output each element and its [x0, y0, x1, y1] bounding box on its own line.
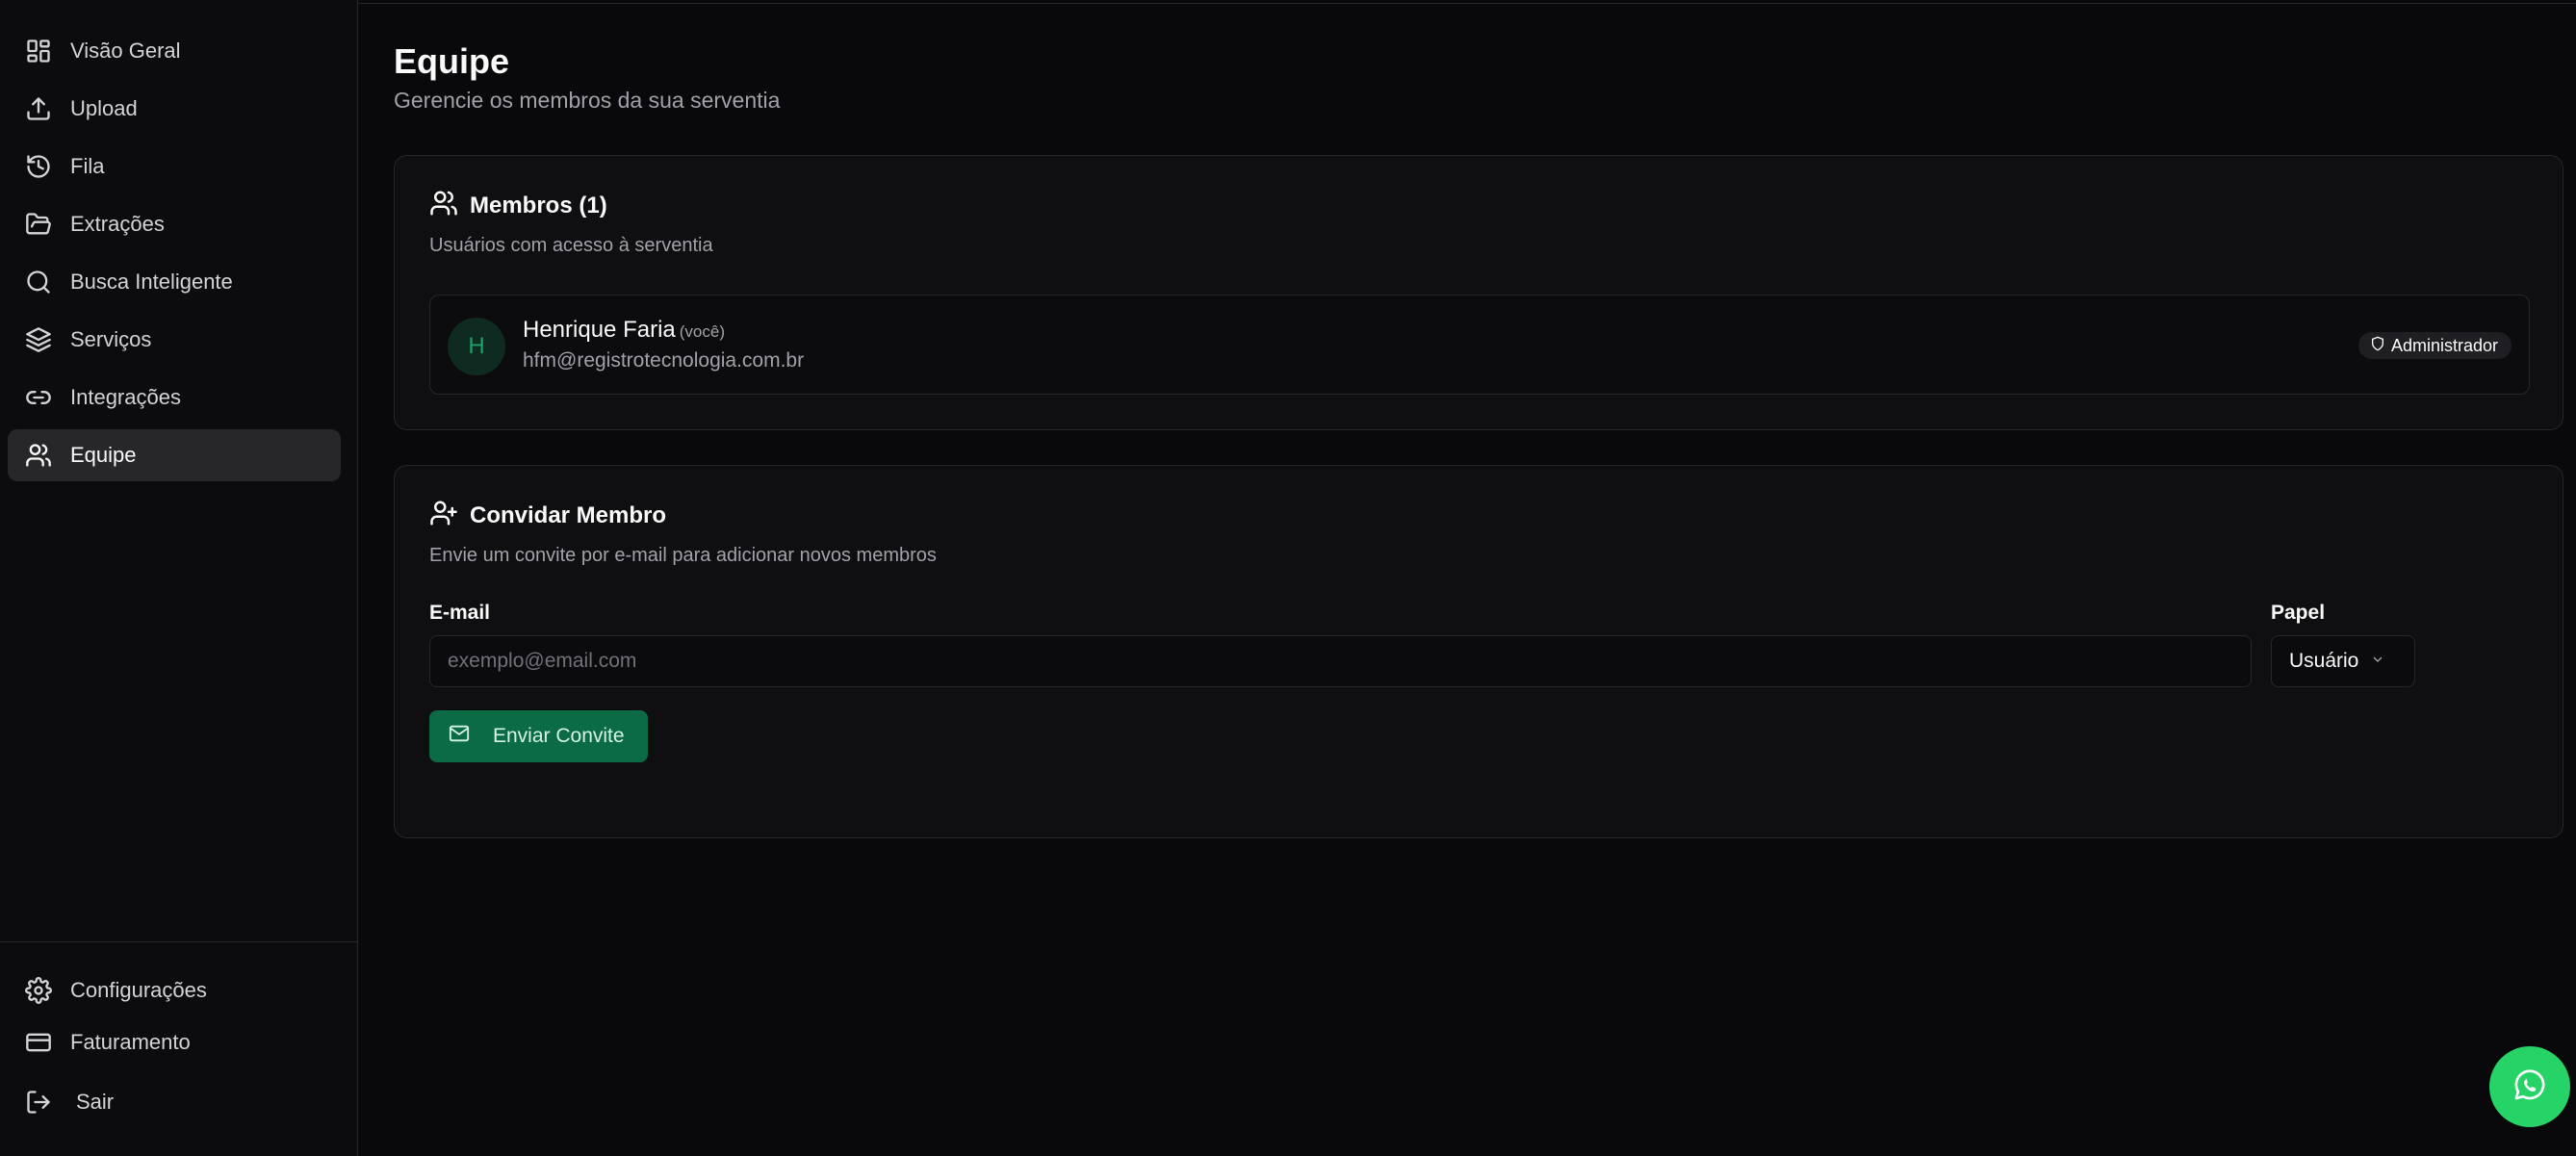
page-subtitle: Gerencie os membros da sua serventia [394, 88, 781, 113]
send-invite-button[interactable]: Enviar Convite [429, 710, 648, 762]
sidebar-item-upload[interactable]: Upload [8, 83, 341, 135]
invite-card-description: Envie um convite por e-mail para adicion… [429, 545, 937, 566]
main-content: Equipe Gerencie os membros da sua serven… [394, 39, 2563, 838]
mail-icon [449, 723, 493, 750]
history-icon [25, 153, 52, 180]
email-field[interactable] [429, 635, 2252, 687]
sidebar-item-visao-geral[interactable]: Visão Geral [8, 25, 341, 77]
upload-icon [25, 95, 52, 122]
avatar: H [448, 318, 505, 375]
user-plus-icon [429, 499, 470, 532]
layers-icon [25, 326, 52, 353]
users-icon [429, 189, 470, 222]
sidebar-item-faturamento[interactable]: Faturamento [8, 1017, 341, 1067]
logout-button[interactable]: Sair [8, 1077, 341, 1127]
invite-card-header: Convidar Membro [429, 499, 666, 532]
users-icon [25, 442, 52, 469]
role-select-value: Usuário [2289, 650, 2359, 672]
shield-icon [2370, 336, 2391, 356]
sidebar-item-busca-inteligente[interactable]: Busca Inteligente [8, 256, 341, 308]
whatsapp-icon [2512, 1067, 2547, 1107]
members-card-description: Usuários com acesso à serventia [429, 235, 713, 256]
sidebar-item-configuracoes[interactable]: Configurações [8, 965, 341, 1015]
sidebar-item-label: Extrações [70, 212, 165, 236]
role-select[interactable]: Usuário [2271, 635, 2415, 687]
sidebar-item-label: Faturamento [70, 1030, 191, 1054]
whatsapp-button[interactable] [2489, 1046, 2570, 1127]
logout-icon [25, 1089, 52, 1116]
folder-open-icon [25, 211, 52, 238]
sidebar-item-label: Integrações [70, 385, 181, 409]
sidebar-item-fila[interactable]: Fila [8, 141, 341, 193]
members-card: Membros (1) Usuários com acesso à serven… [394, 155, 2563, 430]
chevron-down-icon [2358, 650, 2385, 673]
member-name-line: Henrique Faria (você) [523, 317, 725, 344]
dashboard-grid-icon [25, 38, 52, 64]
members-card-title: Membros (1) [470, 192, 607, 218]
invite-card-title: Convidar Membro [470, 501, 667, 528]
sidebar-item-label: Visão Geral [70, 39, 181, 63]
sidebar-item-label: Equipe [70, 443, 137, 467]
sidebar-item-servicos[interactable]: Serviços [8, 314, 341, 366]
sidebar-item-label: Busca Inteligente [70, 270, 233, 294]
top-divider [358, 3, 2576, 4]
page-title: Equipe [394, 41, 510, 81]
search-icon [25, 269, 52, 295]
member-you-tag: (você) [679, 322, 725, 341]
member-row: H Henrique Faria (você) hfm@registrotecno… [429, 295, 2530, 395]
sidebar-item-label: Upload [70, 96, 138, 120]
send-invite-label: Enviar Convite [493, 725, 625, 747]
sidebar-item-extracoes[interactable]: Extrações [8, 198, 341, 250]
role-badge-label: Administrador [2390, 335, 2498, 355]
sidebar-footer: Configurações Faturamento Sair [0, 941, 357, 1156]
role-badge: Administrador [2357, 332, 2512, 359]
sidebar-item-label: Configurações [70, 978, 207, 1002]
sidebar: Visão Geral Upload Fila Extrações Busca … [0, 0, 358, 1156]
email-label: E-mail [429, 602, 491, 624]
members-card-header: Membros (1) [429, 189, 607, 222]
sidebar-item-integracoes[interactable]: Integrações [8, 372, 341, 424]
link-icon [25, 384, 52, 411]
gear-icon [25, 977, 52, 1004]
logout-label: Sair [76, 1090, 115, 1114]
member-name: Henrique Faria [523, 317, 676, 343]
sidebar-item-equipe[interactable]: Equipe [8, 429, 341, 481]
invite-card: Convidar Membro Envie um convite por e-m… [394, 465, 2563, 838]
sidebar-item-label: Serviços [70, 327, 152, 351]
member-email: hfm@registrotecnologia.com.br [523, 349, 805, 372]
credit-card-icon [25, 1029, 52, 1056]
sidebar-item-label: Fila [70, 154, 105, 178]
sidebar-nav: Visão Geral Upload Fila Extrações Busca … [8, 25, 341, 487]
role-label: Papel [2271, 602, 2326, 624]
